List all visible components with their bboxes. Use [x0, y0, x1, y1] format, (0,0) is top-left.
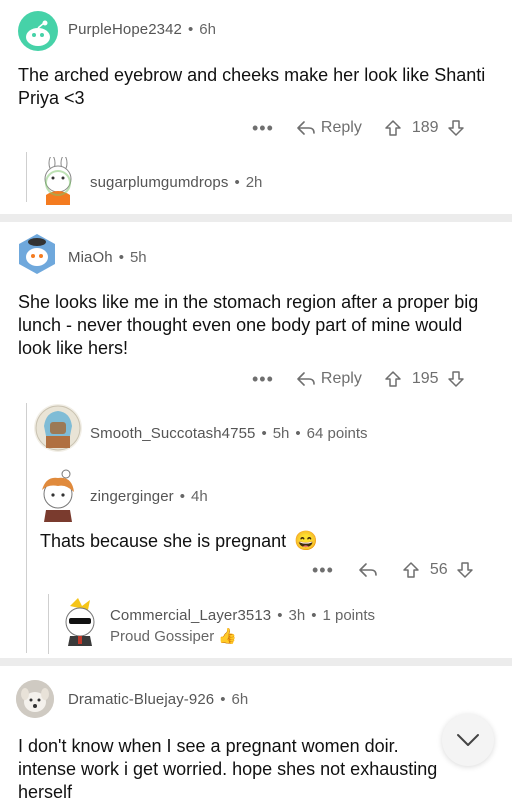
- ginger-avatar-icon: [42, 469, 74, 522]
- upvote-icon[interactable]: [402, 561, 420, 579]
- more-options-button[interactable]: •••: [252, 369, 274, 390]
- reply-button[interactable]: Reply: [296, 119, 362, 137]
- snoo-avatar-icon: [26, 20, 50, 46]
- snoo-hexagon-avatar-icon: [19, 234, 55, 274]
- avatar[interactable]: [18, 11, 58, 51]
- comment-body: The arched eyebrow and cheeks make her l…: [18, 65, 486, 108]
- thread-line: [26, 403, 27, 653]
- username[interactable]: PurpleHope2342: [68, 21, 182, 38]
- more-options-button[interactable]: •••: [252, 118, 274, 139]
- username[interactable]: zingerginger: [90, 488, 174, 505]
- timestamp: 4h: [191, 488, 208, 505]
- vote-count: 189: [411, 119, 439, 136]
- reply-icon: [297, 121, 315, 135]
- timestamp: 6h: [231, 691, 249, 708]
- comment-body: Thats because she is pregnant: [40, 531, 287, 551]
- username[interactable]: sugarplumgumdrops: [90, 174, 228, 191]
- separator-dot: •: [295, 425, 301, 442]
- separator-dot: •: [118, 249, 124, 266]
- points-count: 1 points: [322, 607, 376, 624]
- separator-dot: •: [311, 607, 317, 624]
- downvote-icon[interactable]: [447, 370, 465, 388]
- avatar[interactable]: [16, 230, 58, 276]
- timestamp: 2h: [245, 174, 263, 191]
- reply-icon: [297, 372, 315, 386]
- downvote-icon[interactable]: [456, 561, 474, 579]
- reply-label: Reply: [320, 370, 362, 387]
- thread-line: [48, 594, 49, 654]
- comment-divider: [0, 214, 512, 222]
- reply-button[interactable]: Reply: [296, 370, 362, 388]
- downvote-icon[interactable]: [447, 119, 465, 137]
- separator-dot: •: [179, 488, 186, 505]
- vote-count: 56: [429, 561, 448, 578]
- username[interactable]: Smooth_Succotash4755: [90, 425, 255, 442]
- avatar[interactable]: [16, 680, 54, 718]
- knight-avatar-icon: [35, 405, 81, 451]
- timestamp: 3h: [288, 607, 306, 624]
- reply-icon[interactable]: [358, 562, 378, 578]
- separator-dot: •: [188, 21, 194, 38]
- upvote-icon[interactable]: [384, 370, 402, 388]
- timestamp: 5h: [272, 425, 290, 442]
- username[interactable]: Dramatic-Bluejay-926: [68, 691, 214, 708]
- comment-divider: [0, 658, 512, 666]
- separator-dot: •: [277, 607, 283, 624]
- avatar[interactable]: [34, 404, 82, 452]
- separator-dot: •: [220, 691, 226, 708]
- avatar[interactable]: [38, 157, 78, 205]
- more-options-button[interactable]: •••: [312, 560, 334, 581]
- collapse-button[interactable]: [442, 714, 494, 766]
- separator-dot: •: [234, 174, 240, 191]
- comment-body: She looks like me in the stomach region …: [18, 292, 479, 358]
- points-count: 64 points: [306, 425, 368, 442]
- timestamp: 5h: [129, 249, 147, 266]
- grinning-emoji: 😄: [294, 531, 318, 552]
- comment-body: I don't know when I see a pregnant women…: [18, 736, 438, 802]
- upvote-icon[interactable]: [384, 119, 402, 137]
- user-flair: Proud Gossiper: [110, 627, 215, 645]
- chevron-down-icon: [457, 734, 479, 746]
- separator-dot: •: [261, 425, 267, 442]
- thread-line: [26, 152, 27, 202]
- timestamp: 6h: [199, 21, 216, 38]
- avatar[interactable]: [36, 468, 80, 522]
- username[interactable]: Commercial_Layer3513: [110, 607, 271, 624]
- avatar[interactable]: [58, 596, 102, 646]
- username[interactable]: MiaOh: [68, 249, 113, 266]
- thumbs-up-emoji: 👍: [218, 628, 237, 645]
- dog-photo-avatar-icon: [16, 680, 54, 718]
- vote-count: 195: [411, 370, 439, 387]
- sunglasses-avatar-icon: [65, 598, 95, 646]
- reply-label: Reply: [320, 119, 362, 136]
- bunny-avatar-icon: [44, 157, 72, 205]
